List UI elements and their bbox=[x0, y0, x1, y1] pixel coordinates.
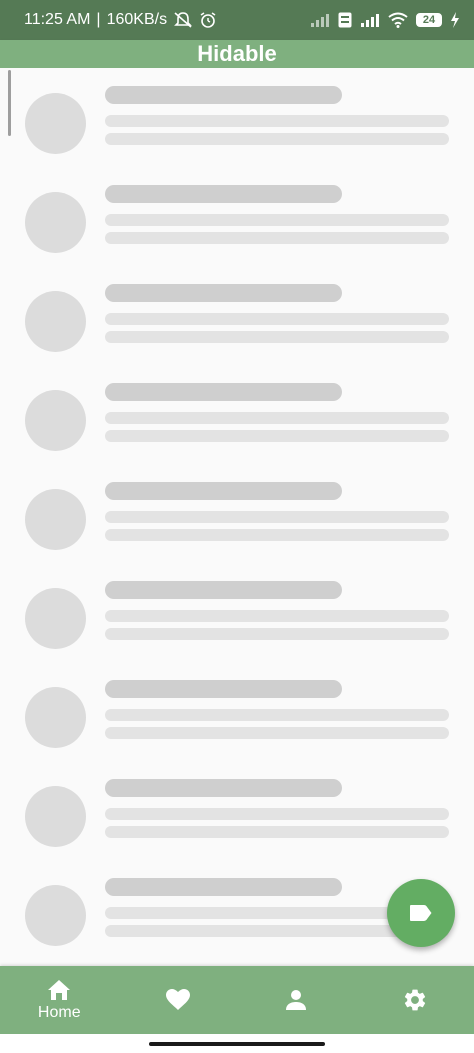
avatar-placeholder bbox=[25, 291, 86, 352]
list-item[interactable] bbox=[0, 167, 474, 266]
list-item[interactable] bbox=[0, 68, 474, 167]
text-line-placeholder bbox=[105, 826, 449, 838]
volte-icon bbox=[338, 12, 352, 28]
text-line-placeholder bbox=[105, 412, 449, 424]
signal-icon bbox=[310, 13, 330, 27]
bottom-navigation: Home bbox=[0, 966, 474, 1034]
text-line-placeholder bbox=[105, 331, 449, 343]
text-line-placeholder bbox=[105, 214, 449, 226]
status-bar: 11:25 AM | 160KB/s 24 bbox=[0, 0, 474, 40]
label-icon bbox=[409, 904, 433, 922]
title-placeholder bbox=[105, 185, 342, 203]
nav-item-profile[interactable] bbox=[237, 966, 356, 1034]
alarm-icon bbox=[199, 11, 217, 29]
person-icon bbox=[284, 988, 308, 1012]
text-line-placeholder bbox=[105, 115, 449, 127]
title-placeholder bbox=[105, 878, 342, 896]
mute-notification-icon bbox=[173, 11, 193, 29]
avatar-placeholder bbox=[25, 93, 86, 154]
list-item[interactable] bbox=[0, 662, 474, 761]
signal-icon bbox=[360, 13, 380, 27]
text-line-placeholder bbox=[105, 628, 449, 640]
avatar-placeholder bbox=[25, 885, 86, 946]
text-line-placeholder bbox=[105, 808, 449, 820]
home-icon bbox=[46, 978, 72, 1002]
list-item[interactable] bbox=[0, 563, 474, 662]
label-fab-button[interactable] bbox=[387, 879, 455, 947]
title-placeholder bbox=[105, 779, 342, 797]
text-line-placeholder bbox=[105, 727, 449, 739]
wifi-icon bbox=[388, 12, 408, 28]
status-right: 24 bbox=[310, 12, 460, 28]
avatar-placeholder bbox=[25, 687, 86, 748]
nav-item-favorites[interactable] bbox=[119, 966, 238, 1034]
gesture-handle[interactable] bbox=[149, 1042, 325, 1046]
title-placeholder bbox=[105, 581, 342, 599]
avatar-placeholder bbox=[25, 192, 86, 253]
title-placeholder bbox=[105, 284, 342, 302]
avatar-placeholder bbox=[25, 390, 86, 451]
text-line-placeholder bbox=[105, 529, 449, 541]
text-line-placeholder bbox=[105, 133, 449, 145]
list-item[interactable] bbox=[0, 761, 474, 860]
status-separator: | bbox=[96, 11, 101, 28]
status-left: 11:25 AM | 160KB/s bbox=[24, 11, 217, 29]
text-line-placeholder bbox=[105, 232, 449, 244]
text-line-placeholder bbox=[105, 511, 449, 523]
page-title: Hidable bbox=[197, 41, 277, 66]
nav-item-home[interactable]: Home bbox=[0, 966, 119, 1034]
nav-item-settings[interactable] bbox=[356, 966, 474, 1034]
list-item[interactable] bbox=[0, 266, 474, 365]
title-placeholder bbox=[105, 680, 342, 698]
heart-icon bbox=[165, 988, 191, 1012]
text-line-placeholder bbox=[105, 313, 449, 325]
text-line-placeholder bbox=[105, 709, 449, 721]
avatar-placeholder bbox=[25, 489, 86, 550]
text-line-placeholder bbox=[105, 610, 449, 622]
status-time: 11:25 AM bbox=[24, 11, 91, 28]
battery-icon: 24 bbox=[416, 13, 442, 27]
avatar-placeholder bbox=[25, 786, 86, 847]
nav-label-home: Home bbox=[37, 1004, 81, 1021]
title-placeholder bbox=[105, 86, 342, 104]
text-line-placeholder bbox=[105, 430, 449, 442]
charging-icon bbox=[450, 12, 460, 28]
list-item[interactable] bbox=[0, 365, 474, 464]
avatar-placeholder bbox=[25, 588, 86, 649]
content-list[interactable] bbox=[0, 68, 474, 966]
network-speed: 160KB/s bbox=[106, 11, 168, 28]
title-placeholder bbox=[105, 482, 342, 500]
title-placeholder bbox=[105, 383, 342, 401]
gesture-area bbox=[0, 1034, 474, 1053]
gear-icon bbox=[402, 987, 428, 1013]
app-bar: Hidable bbox=[0, 40, 474, 68]
list-item[interactable] bbox=[0, 464, 474, 563]
